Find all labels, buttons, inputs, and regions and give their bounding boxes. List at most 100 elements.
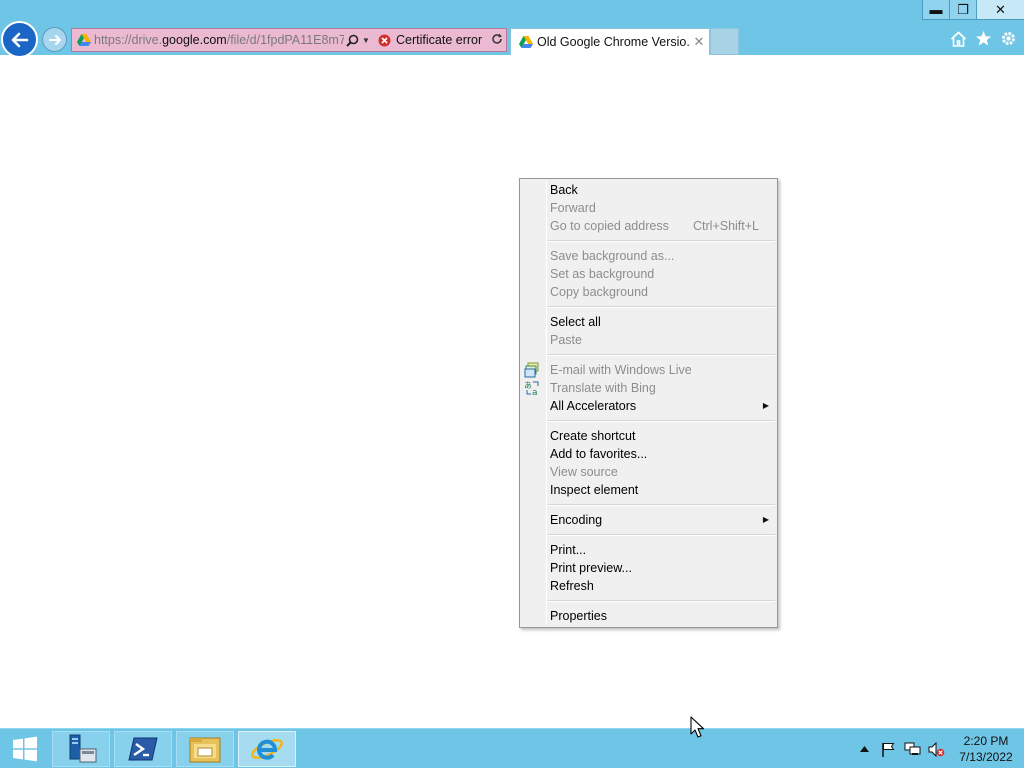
- menu-item-label: Back: [550, 183, 578, 197]
- menu-item-label: Print...: [550, 543, 587, 557]
- menu-item-view-source: View source: [520, 463, 777, 481]
- restore-button[interactable]: ❐: [949, 0, 976, 20]
- favorites-star-icon[interactable]: [974, 29, 993, 48]
- menu-item-create-shortcut[interactable]: Create shortcut: [520, 427, 777, 445]
- menu-item-label: All Accelerators: [550, 399, 637, 413]
- menu-item-print[interactable]: Print...: [520, 541, 777, 559]
- menu-item-save-background: Save background as...: [520, 247, 777, 265]
- menu-item-label: Translate with Bing: [550, 381, 656, 395]
- tab-active[interactable]: Old Google Chrome Versio... ✕: [510, 28, 710, 55]
- taskbar-server-manager[interactable]: [52, 731, 110, 767]
- menu-separator: [520, 349, 777, 361]
- menu-separator: [520, 301, 777, 313]
- minimize-button[interactable]: ▬: [922, 0, 949, 20]
- menu-separator: [520, 529, 777, 541]
- clock-time: 2:20 PM: [963, 734, 1009, 748]
- menu-item-label: View source: [550, 465, 618, 479]
- taskbar: 2:20 PM 7/13/2022: [0, 728, 1024, 768]
- start-button[interactable]: [0, 731, 50, 767]
- menu-item-label: Forward: [550, 201, 596, 215]
- menu-item-forward: Forward: [520, 199, 777, 217]
- system-clock[interactable]: 2:20 PM 7/13/2022: [948, 733, 1024, 765]
- url-prefix: https://drive.: [94, 33, 163, 47]
- menu-item-print-preview[interactable]: Print preview...: [520, 559, 777, 577]
- menu-item-go-to-copied-address: Go to copied address Ctrl+Shift+L: [520, 217, 777, 235]
- window-controls: ▬ ❐ ✕: [922, 0, 1024, 20]
- forward-arrow-icon: [48, 34, 61, 45]
- menu-item-inspect-element[interactable]: Inspect element: [520, 481, 777, 499]
- powershell-icon: [128, 737, 158, 761]
- certificate-error-label[interactable]: Certificate error: [396, 33, 482, 47]
- windows-logo-icon: [13, 736, 37, 762]
- submenu-arrow-icon: ▶: [762, 515, 769, 524]
- menu-item-label: Set as background: [550, 267, 655, 281]
- network-icon[interactable]: [900, 729, 924, 769]
- gear-icon[interactable]: [999, 29, 1018, 48]
- url-path: /file/d/1fpdPA11E8m7: [226, 33, 344, 47]
- menu-item-label: Save background as...: [550, 249, 675, 263]
- browser-chrome: ▬ ❐ ✕ https://drive.google.com/file/d/1f…: [0, 0, 1024, 58]
- show-hidden-icons-icon[interactable]: [852, 729, 876, 769]
- menu-item-paste: Paste: [520, 331, 777, 349]
- taskbar-internet-explorer[interactable]: [238, 731, 296, 767]
- menu-item-email-windows-live: E-mail with Windows Live: [520, 361, 777, 379]
- volume-muted-icon[interactable]: [924, 729, 948, 769]
- close-button[interactable]: ✕: [976, 0, 1024, 20]
- svg-text:a: a: [532, 388, 538, 396]
- back-button[interactable]: [1, 21, 38, 58]
- menu-item-label: Paste: [550, 333, 582, 347]
- menu-item-back[interactable]: Back: [520, 181, 777, 199]
- address-url[interactable]: https://drive.google.com/file/d/1fpdPA11…: [94, 33, 344, 47]
- menu-separator: [520, 235, 777, 247]
- menu-item-label: Properties: [550, 609, 607, 623]
- menu-item-add-to-favorites[interactable]: Add to favorites...: [520, 445, 777, 463]
- action-center-flag-icon[interactable]: [876, 729, 900, 769]
- menu-item-label: Refresh: [550, 579, 594, 593]
- system-tray: 2:20 PM 7/13/2022: [852, 729, 1024, 769]
- menu-item-translate-bing: あa Translate with Bing: [520, 379, 777, 398]
- forward-button[interactable]: [42, 27, 67, 52]
- bing-translate-icon: あa: [524, 380, 540, 398]
- toolbar-icons: [949, 29, 1018, 48]
- menu-item-encoding[interactable]: Encoding ▶: [520, 511, 777, 529]
- menu-item-set-as-background: Set as background: [520, 265, 777, 283]
- folder-icon: [189, 737, 221, 763]
- menu-separator: [520, 595, 777, 607]
- home-icon[interactable]: [949, 29, 968, 48]
- menu-item-label: Go to copied address: [550, 219, 669, 233]
- menu-item-label: Create shortcut: [550, 429, 636, 443]
- address-bar[interactable]: https://drive.google.com/file/d/1fpdPA11…: [71, 28, 507, 52]
- google-drive-icon: [74, 34, 94, 46]
- server-manager-icon: [69, 734, 97, 763]
- context-menu: Back Forward Go to copied address Ctrl+Sh…: [519, 178, 778, 628]
- back-arrow-icon: [11, 32, 28, 47]
- address-dropdown-icon[interactable]: ▼: [360, 36, 372, 45]
- menu-item-copy-background: Copy background: [520, 283, 777, 301]
- tab-close-icon[interactable]: ✕: [689, 34, 709, 50]
- menu-item-label: Copy background: [550, 285, 648, 299]
- menu-item-refresh[interactable]: Refresh: [520, 577, 777, 595]
- tab-title: Old Google Chrome Versio...: [537, 35, 689, 49]
- url-domain: google.com: [162, 33, 227, 47]
- svg-text:あ: あ: [524, 381, 532, 390]
- google-drive-icon: [515, 36, 537, 48]
- menu-item-label: Add to favorites...: [550, 447, 648, 461]
- new-tab-button[interactable]: [710, 28, 739, 55]
- menu-separator: [520, 499, 777, 511]
- menu-item-label: Encoding: [550, 513, 603, 527]
- menu-item-properties[interactable]: Properties: [520, 607, 777, 625]
- search-icon[interactable]: [344, 34, 360, 47]
- windows-live-mail-icon: [524, 362, 540, 378]
- menu-item-select-all[interactable]: Select all: [520, 313, 777, 331]
- refresh-icon[interactable]: [488, 33, 506, 48]
- menu-item-shortcut: Ctrl+Shift+L: [693, 219, 760, 233]
- certificate-error-icon[interactable]: [376, 33, 392, 47]
- internet-explorer-icon: [251, 739, 283, 760]
- menu-item-label: Inspect element: [550, 483, 639, 497]
- taskbar-file-explorer[interactable]: [176, 731, 234, 767]
- mouse-pointer-icon: [690, 716, 704, 738]
- taskbar-powershell[interactable]: [114, 731, 172, 767]
- menu-item-label: E-mail with Windows Live: [550, 363, 692, 377]
- menu-item-label: Print preview...: [550, 561, 632, 575]
- menu-item-all-accelerators[interactable]: All Accelerators ▶: [520, 397, 777, 415]
